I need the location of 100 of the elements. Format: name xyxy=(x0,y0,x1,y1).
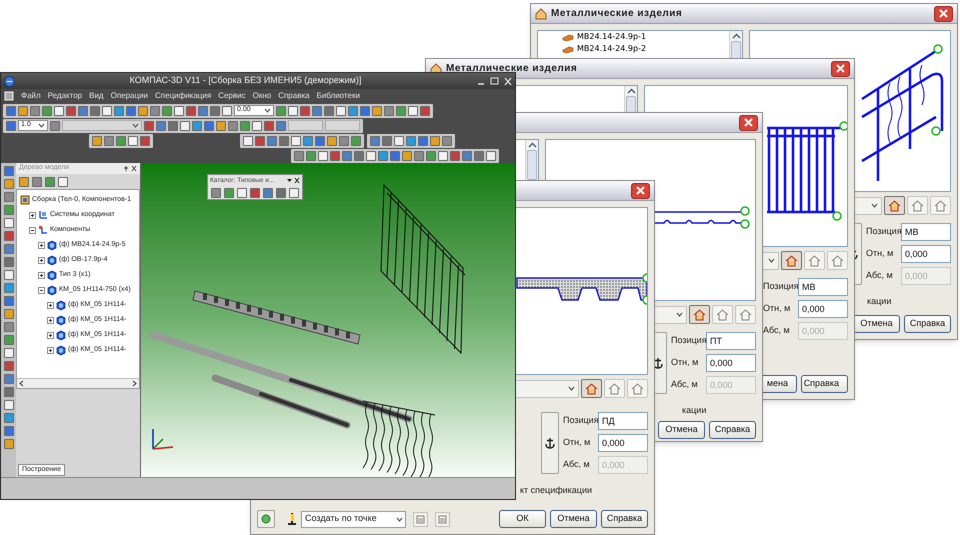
dialog-button[interactable]: Отмена xyxy=(658,421,705,439)
text-field[interactable] xyxy=(288,120,323,131)
close-icon xyxy=(939,9,948,18)
expand-toggle[interactable] xyxy=(29,212,36,219)
menu-item[interactable]: Вид xyxy=(89,90,104,102)
dialog-button[interactable]: Справка xyxy=(904,315,951,333)
view-button[interactable] xyxy=(627,379,648,398)
house-icon xyxy=(785,254,798,266)
anchor-icon xyxy=(545,437,555,449)
app-logo-icon xyxy=(4,76,15,86)
text-field[interactable]: МВ xyxy=(901,223,951,241)
caret-down-icon xyxy=(38,123,45,128)
view-button[interactable] xyxy=(884,196,905,215)
field-label: Отн, м xyxy=(763,302,792,316)
dialog-button[interactable]: Справка xyxy=(709,421,756,439)
expand-toggle[interactable] xyxy=(38,272,45,279)
caret-right-icon xyxy=(132,380,138,387)
close-button[interactable] xyxy=(831,60,850,76)
folder-icon xyxy=(38,225,48,236)
menu-item[interactable]: Справка xyxy=(278,90,310,102)
text-field[interactable]: ПД xyxy=(598,412,648,430)
menu-item[interactable]: Окно xyxy=(252,90,272,102)
text-field[interactable]: ПТ xyxy=(706,332,756,350)
close-button[interactable] xyxy=(934,6,953,22)
toolbar-button[interactable] xyxy=(435,512,450,526)
menu-item[interactable]: Сервис xyxy=(218,90,246,102)
view-button[interactable] xyxy=(930,196,951,215)
house-icon xyxy=(934,200,947,212)
dialog-button[interactable]: Справка xyxy=(601,510,648,528)
dialog-button[interactable]: Отмена xyxy=(550,510,597,528)
menu-item[interactable]: Спецификация xyxy=(155,90,212,102)
field-label: Абс, м xyxy=(563,458,591,472)
expand-toggle[interactable] xyxy=(47,332,54,339)
caret-up-icon xyxy=(732,33,740,39)
field-label: Абс, м xyxy=(866,269,894,282)
view-button[interactable] xyxy=(735,305,756,324)
menu-item[interactable]: Библиотеки xyxy=(316,90,360,102)
part-icon xyxy=(56,345,66,356)
dialog-button[interactable]: Отмена xyxy=(853,315,900,333)
field-label: Отн, м xyxy=(563,436,592,450)
expand-toggle[interactable] xyxy=(38,287,45,294)
text-field[interactable]: 0,000 xyxy=(901,245,951,263)
anchor-icon xyxy=(653,357,663,369)
pin-close-icon xyxy=(286,177,300,184)
house-icon xyxy=(631,382,644,394)
house-icon xyxy=(585,382,598,394)
view-button[interactable] xyxy=(907,196,928,215)
caret-down-icon xyxy=(676,312,683,317)
scrollbar-thumb[interactable] xyxy=(527,150,537,180)
view-button[interactable] xyxy=(781,251,802,270)
menu-item[interactable]: Файл xyxy=(21,90,41,102)
view-button[interactable] xyxy=(712,305,733,324)
document-icon xyxy=(438,514,447,524)
view-button[interactable] xyxy=(804,251,825,270)
expand-toggle[interactable] xyxy=(47,317,54,324)
part-icon xyxy=(56,300,66,311)
view-button[interactable] xyxy=(581,379,602,398)
window-title: Металлические изделия xyxy=(551,7,682,21)
close-button[interactable] xyxy=(739,114,758,130)
anchor-button[interactable] xyxy=(541,412,559,474)
pin-close-icon xyxy=(123,165,137,172)
view-button[interactable] xyxy=(827,251,848,270)
close-icon xyxy=(636,186,645,195)
expand-toggle[interactable] xyxy=(38,242,45,249)
pen-icon xyxy=(287,512,297,526)
toolbar-button[interactable] xyxy=(257,510,275,528)
caret-left-icon xyxy=(18,380,24,387)
text-field[interactable]: 0,000 xyxy=(598,434,648,452)
part-icon xyxy=(56,330,66,341)
part-icon xyxy=(47,285,57,296)
field-label: Абс, м xyxy=(671,378,699,392)
text-field[interactable] xyxy=(325,120,360,131)
text-field[interactable]: 0,000 xyxy=(798,300,848,318)
expand-toggle[interactable] xyxy=(29,227,36,234)
text-field[interactable]: МВ xyxy=(798,278,848,296)
house-icon xyxy=(693,308,706,320)
house-icon xyxy=(608,382,621,394)
menu-item[interactable]: Операции xyxy=(110,90,148,102)
expand-toggle[interactable] xyxy=(38,257,45,264)
part-icon xyxy=(56,315,66,326)
caret-up-icon xyxy=(528,142,536,148)
expand-toggle[interactable] xyxy=(47,347,54,354)
house-icon xyxy=(808,254,821,266)
dialog-button[interactable]: ОК xyxy=(499,510,546,528)
dialog-button[interactable]: Справка xyxy=(801,375,848,393)
view-button[interactable] xyxy=(604,379,625,398)
close-button[interactable] xyxy=(631,182,650,198)
text-field[interactable]: 0,000 xyxy=(706,354,756,372)
toolbar-button[interactable] xyxy=(413,512,428,526)
house-icon xyxy=(888,200,901,212)
view-button[interactable] xyxy=(689,305,710,324)
field-label: Отн, м xyxy=(671,356,700,370)
mode-dropdown[interactable]: Создать по точке xyxy=(301,510,406,528)
expand-toggle[interactable] xyxy=(47,302,54,309)
part-icon xyxy=(47,255,57,266)
house-icon xyxy=(911,200,924,212)
window-title: КОМПАС-3D V11 - [Сборка БЕЗ ИМЕНИ5 (деморежим)] xyxy=(128,74,362,88)
menu-item[interactable]: Редактор xyxy=(48,90,82,102)
caption-text: кт спецификации xyxy=(520,485,592,495)
house-icon xyxy=(535,8,547,20)
